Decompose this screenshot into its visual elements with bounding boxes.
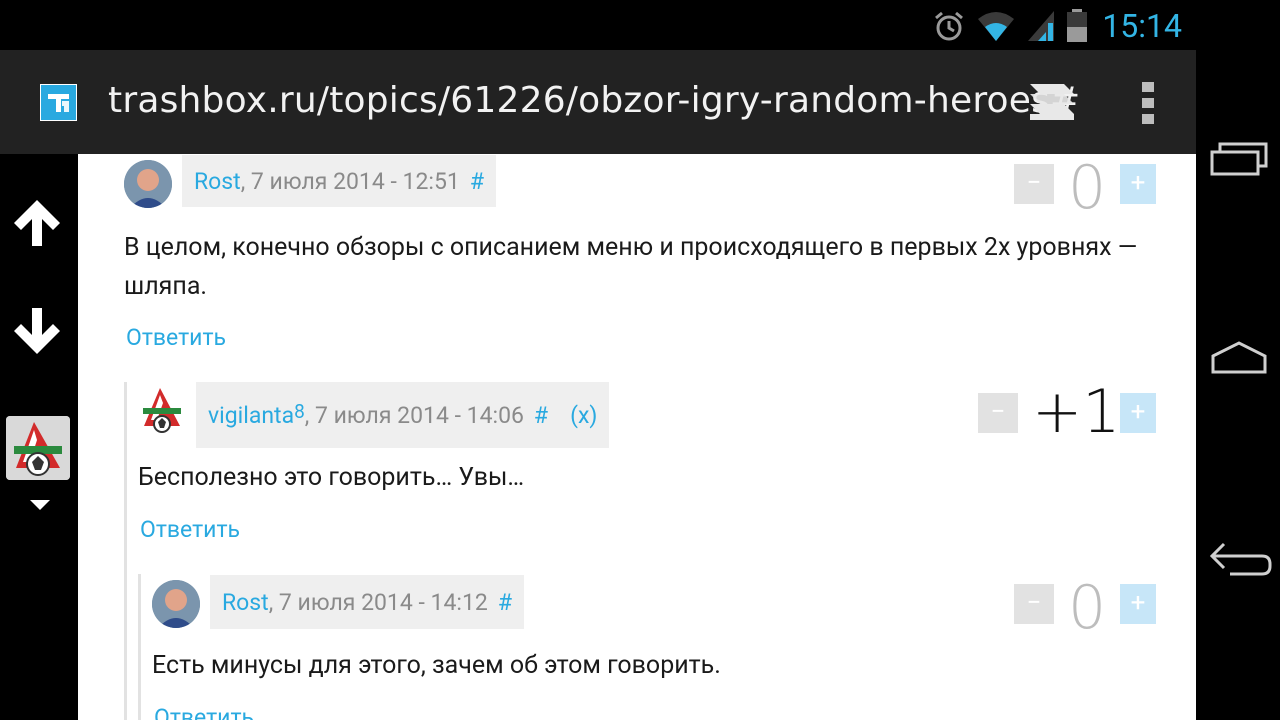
signal-icon [1028, 11, 1055, 41]
reply-link[interactable]: Ответить [140, 516, 240, 543]
comment-meta: Rost , 7 июля 2014 - 14:12 # [210, 575, 524, 629]
recent-apps-icon[interactable] [1210, 142, 1268, 176]
alarm-icon [935, 11, 964, 41]
reply-link[interactable]: Ответить [126, 324, 226, 351]
delete-comment-link[interactable]: (x) [570, 402, 597, 429]
comment-author[interactable]: Rost [194, 168, 241, 195]
home-icon[interactable] [1210, 340, 1268, 376]
status-icons: 15:14 [932, 6, 1182, 46]
comment-meta: Rost , 7 июля 2014 - 12:51 # [182, 155, 496, 207]
wifi-icon [978, 12, 1015, 41]
overflow-menu-icon[interactable] [1140, 82, 1156, 124]
system-nav-bar [1196, 0, 1280, 720]
url-field[interactable]: trashbox.ru/topics/61226/obzor-igry-rand… [108, 80, 1080, 121]
comment-permalink[interactable]: # [498, 589, 512, 616]
back-icon[interactable] [1210, 538, 1272, 578]
comment-date: , 7 июля 2014 - 14:12 [268, 588, 488, 616]
comment-author[interactable]: Rost [222, 589, 269, 616]
comment-date: , 7 июля 2014 - 14:06 [304, 401, 524, 429]
avatar[interactable] [138, 386, 186, 434]
reply-link[interactable]: Ответить [154, 704, 254, 720]
vote-down-button[interactable]: − [978, 393, 1018, 433]
comment-author[interactable]: vigilanta [208, 402, 294, 429]
vote-down-button[interactable]: − [1014, 584, 1054, 624]
vote-down-button[interactable]: − [1014, 164, 1054, 204]
reply-thread-line [124, 382, 127, 720]
status-clock: 15:14 [1102, 7, 1182, 45]
left-rail [0, 154, 78, 720]
vote-up-button[interactable]: + [1120, 164, 1156, 204]
comment-score: +1 [1032, 377, 1121, 447]
battery-icon [1067, 9, 1088, 42]
comment-permalink[interactable]: # [534, 402, 548, 429]
status-bar: 15:14 [0, 0, 1196, 50]
comment-text: Есть минусы для этого, зачем об этом гов… [152, 651, 721, 680]
avatar[interactable] [124, 160, 172, 208]
author-rating-badge: 8 [294, 399, 305, 423]
reply-thread-line [138, 574, 141, 720]
scroll-down-arrow-icon[interactable] [10, 304, 64, 358]
comment-permalink[interactable]: # [470, 168, 484, 195]
comment-score: 0 [1068, 573, 1107, 643]
scroll-up-arrow-icon[interactable] [10, 196, 64, 250]
browser-toolbar: trashbox.ru/topics/61226/obzor-igry-rand… [0, 50, 1196, 154]
comment-date: , 7 июля 2014 - 12:51 [240, 167, 460, 195]
site-favicon-icon [40, 84, 77, 121]
comments-area: Rost , 7 июля 2014 - 12:51 # − 0 + В цел… [78, 154, 1196, 720]
caret-down-icon[interactable] [30, 500, 50, 510]
comment-text: Бесполезно это говорить… Увы… [138, 463, 525, 492]
comment-meta: vigilanta 8 , 7 июля 2014 - 14:06 # (x) [196, 382, 610, 448]
comment-score: 0 [1068, 154, 1107, 223]
tabs-icon[interactable] [1026, 82, 1078, 122]
comment-text: В целом, конечно обзоры с описанием меню… [124, 233, 1138, 301]
user-avatar[interactable] [6, 416, 70, 480]
avatar[interactable] [152, 580, 200, 628]
vote-up-button[interactable]: + [1120, 393, 1156, 433]
vote-up-button[interactable]: + [1120, 584, 1156, 624]
